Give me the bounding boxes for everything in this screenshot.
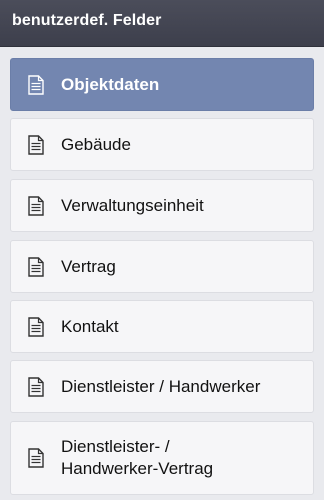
document-icon — [27, 376, 45, 397]
panel-header: benutzerdef. Felder — [0, 0, 324, 47]
document-icon — [27, 448, 45, 468]
document-icon — [27, 195, 45, 216]
sidebar-item-label: Dienstleister- / Handwerker-Vertrag — [61, 437, 214, 478]
panel-title: benutzerdef. Felder — [12, 12, 162, 29]
sidebar-item-label: Verwaltungseinheit — [61, 195, 204, 215]
sidebar-item-vertrag[interactable]: Vertrag — [10, 240, 314, 293]
document-icon — [27, 316, 45, 337]
sidebar-item-gebaeude[interactable]: Gebäude — [10, 118, 314, 171]
document-icon — [27, 256, 45, 277]
sidebar-item-kontakt[interactable]: Kontakt — [10, 300, 314, 353]
sidebar-item-label: Vertrag — [61, 256, 116, 276]
sidebar-item-dienstleister-handwerker[interactable]: Dienstleister / Handwerker — [10, 360, 314, 413]
sidebar-item-label: Dienstleister / Handwerker — [61, 376, 261, 396]
document-icon — [27, 74, 45, 95]
sidebar-item-label: Kontakt — [61, 316, 119, 336]
document-icon — [27, 134, 45, 155]
sidebar-item-label: Objektdaten — [61, 74, 160, 94]
sidebar-item-label: Gebäude — [61, 134, 131, 154]
sidebar-item-verwaltungseinheit[interactable]: Verwaltungseinheit — [10, 179, 314, 232]
sidebar-item-objektdaten[interactable]: Objektdaten — [10, 58, 314, 111]
sidebar-item-dienstleister-handwerker-vertrag[interactable]: Dienstleister- / Handwerker-Vertrag — [10, 421, 314, 495]
